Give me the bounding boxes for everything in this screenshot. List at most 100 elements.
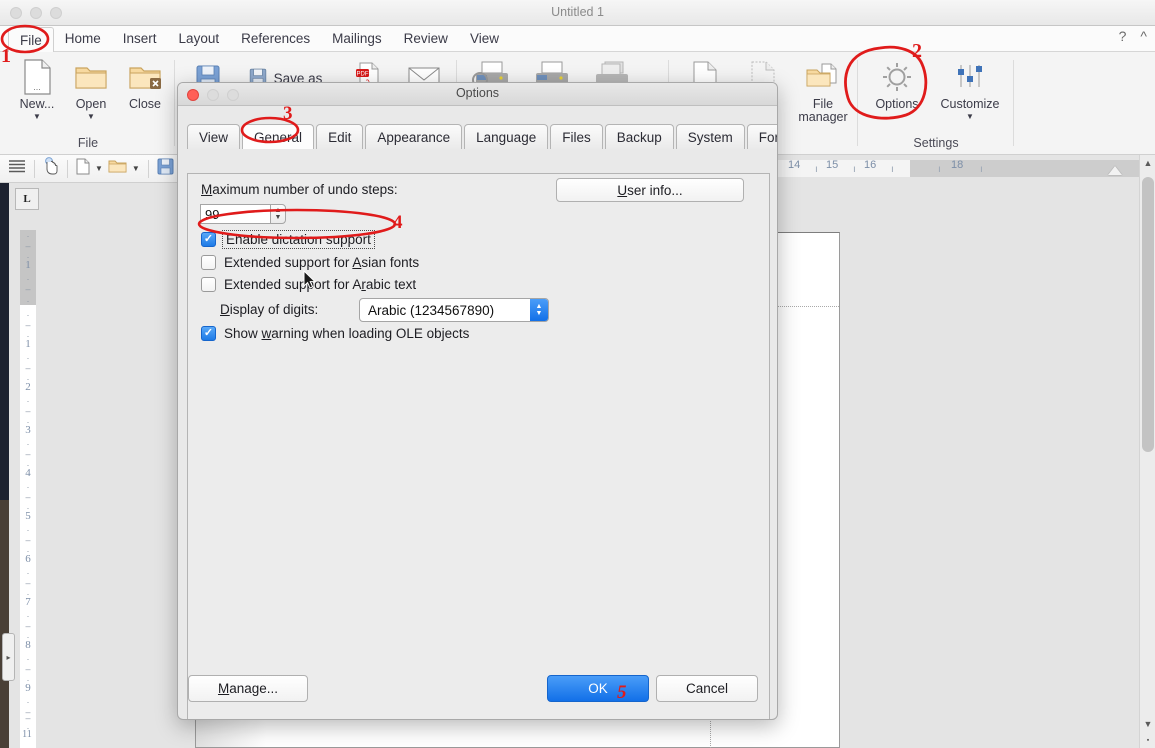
left-dark-edge-lower: [0, 500, 9, 748]
vruler-number-4: 4: [25, 467, 31, 479]
help-icon[interactable]: ?: [1119, 28, 1127, 44]
ribbon-button-new-label: New...: [19, 97, 55, 111]
caret-down-icon[interactable]: ▼: [95, 164, 103, 173]
collapse-ribbon-icon[interactable]: ^: [1140, 28, 1147, 44]
undo-steps-arrows[interactable]: ▲ ▼: [270, 204, 286, 224]
ole-warning-checkbox[interactable]: [201, 326, 216, 341]
vertical-ruler[interactable]: · – · 1 · – · · – · 1 · – · 2 · – · 3 · …: [20, 230, 36, 748]
open-folder-icon: [74, 58, 108, 96]
ribbon-group-file-label: File: [77, 136, 99, 150]
ribbon-bar-right-controls: ? ^: [1119, 28, 1147, 44]
mouse-cursor: [303, 269, 317, 290]
ruler-number-15: 15: [826, 159, 839, 171]
dialog-tab-system[interactable]: System: [675, 124, 745, 149]
ribbon-tab-review[interactable]: Review: [393, 26, 459, 52]
close-folder-icon: [128, 58, 162, 96]
vertical-ruler-bottom[interactable]: – · 11: [20, 713, 36, 748]
display-digits-arrows-icon[interactable]: ▲ ▼: [530, 299, 548, 321]
ribbon-button-open[interactable]: Open ▼: [64, 52, 118, 121]
vruler-number-2: 2: [25, 381, 31, 393]
vruler-number-5: 5: [25, 510, 31, 522]
user-info-button[interactable]: User info...: [556, 178, 744, 202]
scroll-end-marker-icon[interactable]: ▪: [1140, 732, 1155, 748]
ribbon-button-close[interactable]: Close: [118, 52, 172, 111]
asian-fonts-label: Extended support for Asian fonts: [224, 255, 420, 270]
ribbon-button-customize-label: Customize: [940, 97, 1000, 111]
enable-dictation-label: Enable dictation support: [222, 230, 375, 249]
undo-steps-label-rest: aximum number of undo steps:: [212, 182, 398, 197]
ribbon-button-new[interactable]: ... New... ▼: [10, 52, 64, 121]
ribbon-tab-references[interactable]: References: [230, 26, 321, 52]
dialog-tabs: View General Edit Appearance Language Fi…: [178, 120, 777, 149]
sidebar-handle-left[interactable]: ▸: [2, 633, 15, 681]
vruler-number-7: 7: [25, 596, 31, 608]
window-titlebar: Untitled 1: [0, 0, 1155, 26]
display-digits-label: Display of digits:: [220, 302, 319, 317]
svg-text:PDF: PDF: [357, 72, 369, 78]
vertical-scrollbar[interactable]: ▲ ▼ ▪: [1139, 155, 1155, 748]
open-folder-small-icon[interactable]: [108, 158, 127, 179]
scroll-down-arrow-icon[interactable]: ▼: [1140, 716, 1155, 732]
arabic-text-label: Extended support for Arabic text: [224, 277, 417, 292]
ruler-number-16: 16: [864, 159, 877, 171]
cancel-button[interactable]: Cancel: [656, 675, 758, 702]
caret-down-icon-customize[interactable]: ▼: [966, 112, 974, 121]
display-digits-label-rest: isplay of digits:: [229, 302, 319, 317]
indent-marker[interactable]: [1108, 166, 1122, 175]
ribbon-button-customize[interactable]: Customize ▼: [931, 52, 1009, 121]
dialog-tab-view[interactable]: View: [187, 124, 241, 149]
undo-steps-input[interactable]: [200, 204, 270, 224]
undo-steps-stepper[interactable]: ▲▼: [200, 204, 286, 224]
scroll-up-arrow-icon[interactable]: ▲: [1140, 155, 1155, 171]
quick-access-toolbar: ▼ ▼: [0, 155, 185, 183]
ok-button[interactable]: OK: [547, 675, 649, 702]
new-document-small-icon[interactable]: [76, 158, 90, 180]
dialog-tab-edit[interactable]: Edit: [316, 124, 364, 149]
ribbon-tab-view[interactable]: View: [459, 26, 510, 52]
ribbon-tab-insert[interactable]: Insert: [112, 26, 168, 52]
dialog-title: Options: [455, 86, 500, 100]
gear-icon: [880, 58, 914, 96]
enable-dictation-checkbox-row[interactable]: Enable dictation support: [201, 230, 375, 249]
ole-warning-checkbox-row[interactable]: Show warning when loading OLE objects: [201, 326, 469, 341]
manage-button[interactable]: Manage...: [188, 675, 308, 702]
dialog-titlebar: Options: [178, 83, 777, 106]
ribbon-separator-1: [174, 60, 175, 146]
caret-down-icon-2[interactable]: ▼: [132, 164, 140, 173]
dialog-tab-files[interactable]: Files: [550, 124, 603, 149]
save-small-icon[interactable]: [157, 158, 174, 180]
arabic-text-checkbox[interactable]: [201, 277, 216, 292]
ruler-number-18: 18: [951, 159, 964, 171]
user-info-button-rest: ser info...: [627, 182, 683, 198]
display-digits-select[interactable]: Arabic (1234567890) ▲ ▼: [359, 298, 549, 322]
asian-fonts-checkbox-row[interactable]: Extended support for Asian fonts: [201, 255, 419, 270]
ribbon-tab-home[interactable]: Home: [54, 26, 112, 52]
manage-button-rest: anage...: [229, 681, 279, 696]
asian-fonts-checkbox[interactable]: [201, 255, 216, 270]
enable-dictation-checkbox[interactable]: [201, 232, 216, 247]
caret-down-icon[interactable]: ▼: [33, 112, 41, 121]
hand-pointer-icon[interactable]: [43, 157, 59, 180]
dialog-tab-appearance[interactable]: Appearance: [365, 124, 463, 149]
dialog-tab-general[interactable]: General: [242, 124, 315, 149]
vruler-number-9: 9: [25, 682, 31, 694]
dialog-tab-language[interactable]: Language: [464, 124, 549, 149]
ole-warning-label: Show warning when loading OLE objects: [224, 326, 470, 341]
ribbon-tab-mailings[interactable]: Mailings: [321, 26, 393, 52]
ribbon-button-file-manager[interactable]: File manager: [792, 52, 854, 124]
vruler-number-8: 8: [25, 639, 31, 651]
display-digits-value: Arabic (1234567890): [368, 302, 495, 318]
ribbon-button-options[interactable]: Options: [863, 52, 931, 111]
ribbon-button-close-label: Close: [129, 97, 161, 111]
dialog-tab-backup[interactable]: Backup: [604, 124, 674, 149]
caret-down-icon-open[interactable]: ▼: [87, 112, 95, 121]
ruler-corner-button[interactable]: L: [15, 188, 39, 210]
ribbon-tab-layout[interactable]: Layout: [168, 26, 231, 52]
dialog-tab-fonts[interactable]: Fonts: [746, 124, 777, 149]
scrollbar-thumb[interactable]: [1142, 177, 1154, 452]
ruler-tick-c: ı: [853, 164, 856, 175]
ribbon-separator-5: [1013, 60, 1014, 146]
lines-icon[interactable]: [8, 158, 26, 179]
ribbon-tab-file[interactable]: File: [8, 26, 54, 54]
vruler-number-3: 3: [25, 424, 31, 436]
